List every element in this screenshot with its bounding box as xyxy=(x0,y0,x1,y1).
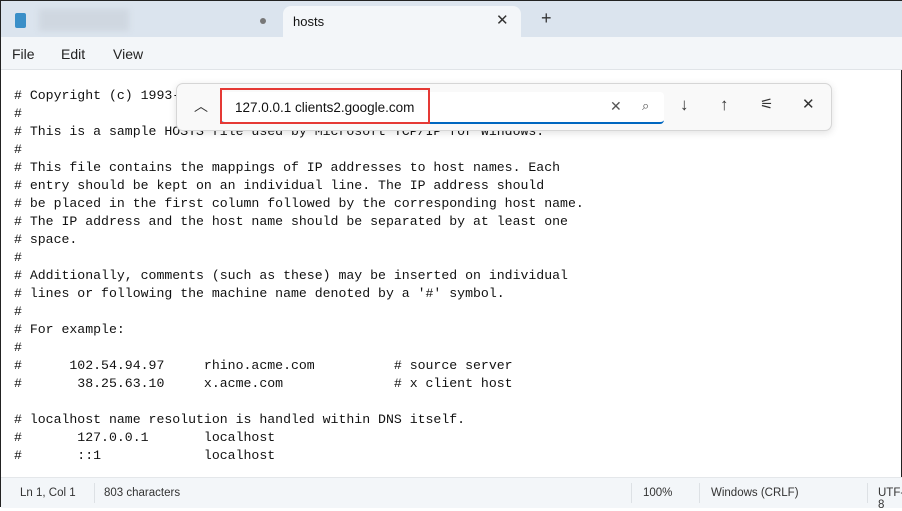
text-line: # 38.25.63.10 x.acme.com # x client host xyxy=(14,376,513,391)
title-bar: hosts ✕ + xyxy=(1,1,902,37)
find-bar: ︿ 127.0.0.1 clients2.google.com ✕ ⌕ ↓ ↑ … xyxy=(176,83,832,131)
menu-view[interactable]: View xyxy=(113,46,143,62)
notepad-icon xyxy=(15,13,26,28)
text-line: # ::1 localhost xyxy=(14,448,276,463)
text-line: # xyxy=(14,340,22,355)
text-line: # be placed in the first column followed… xyxy=(14,196,584,211)
text-editor[interactable]: # Copyright (c) 1993-2009 Microsoft Corp… xyxy=(14,87,584,465)
text-line: # For example: xyxy=(14,322,125,337)
close-tab-icon[interactable]: ✕ xyxy=(496,11,509,29)
divider xyxy=(631,483,632,503)
text-line: # 127.0.0.1 localhost xyxy=(14,430,276,445)
encoding[interactable]: UTF-8 xyxy=(878,487,902,511)
text-line: # entry should be kept on an individual … xyxy=(14,178,545,193)
divider xyxy=(94,483,95,503)
new-tab-button[interactable]: + xyxy=(541,8,552,29)
char-count: 803 characters xyxy=(104,487,181,499)
status-bar: Ln 1, Col 1 803 characters 100% Windows … xyxy=(1,477,902,511)
tab-hosts[interactable]: hosts xyxy=(283,6,521,37)
text-line: # This file contains the mappings of IP … xyxy=(14,160,561,175)
divider xyxy=(867,483,868,503)
cursor-position[interactable]: Ln 1, Col 1 xyxy=(20,487,76,499)
text-line: # xyxy=(14,142,22,157)
tab-title: hosts xyxy=(293,14,325,29)
menu-edit[interactable]: Edit xyxy=(61,46,85,62)
divider xyxy=(699,483,700,503)
text-line: # space. xyxy=(14,232,78,247)
find-next-button[interactable]: ↓ xyxy=(680,95,689,115)
text-line: # lines or following the machine name de… xyxy=(14,286,505,301)
text-line: # Additionally, comments (such as these)… xyxy=(14,268,568,283)
text-line: # xyxy=(14,304,22,319)
text-line: # xyxy=(14,250,22,265)
text-line: # localhost name resolution is handled w… xyxy=(14,412,466,427)
close-find-button[interactable]: ✕ xyxy=(802,95,815,113)
zoom-level[interactable]: 100% xyxy=(643,487,672,499)
line-ending[interactable]: Windows (CRLF) xyxy=(711,487,799,499)
text-line: # 102.54.94.97 rhino.acme.com # source s… xyxy=(14,358,513,373)
unsaved-dot-icon xyxy=(260,18,266,24)
highlight-box xyxy=(220,88,430,124)
text-line: # The IP address and the host name shoul… xyxy=(14,214,568,229)
find-previous-button[interactable]: ↑ xyxy=(720,95,729,115)
blurred-tab[interactable] xyxy=(39,9,129,31)
clear-icon[interactable]: ✕ xyxy=(610,98,622,115)
search-icon[interactable]: ⌕ xyxy=(642,98,649,114)
expand-replace-chevron-icon[interactable]: ︿ xyxy=(194,96,208,116)
menu-file[interactable]: File xyxy=(12,46,35,62)
text-line xyxy=(14,393,584,411)
menu-bar: File Edit View xyxy=(1,37,902,70)
find-options-icon[interactable]: ⚟ xyxy=(760,95,773,113)
